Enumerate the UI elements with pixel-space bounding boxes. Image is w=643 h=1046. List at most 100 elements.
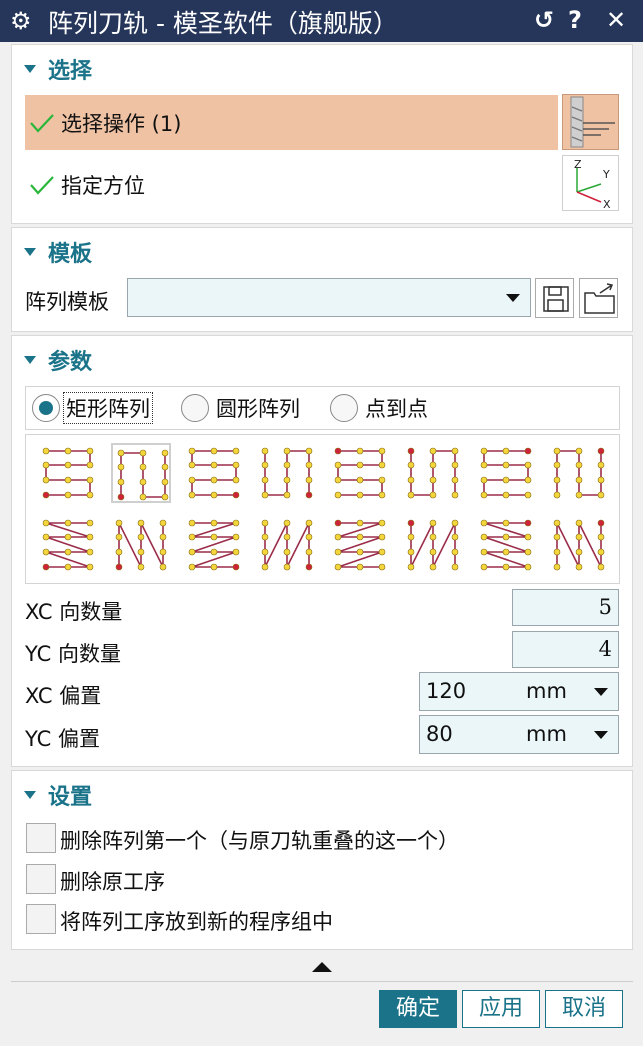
pattern-option-15[interactable] [476,515,536,575]
pattern-point [283,491,291,499]
pattern-option-6[interactable] [403,443,463,503]
pattern-point [283,548,291,556]
pattern-option-14[interactable] [403,515,463,575]
radio-point-to-point-label[interactable]: 点到点 [365,393,428,423]
pattern-point [502,548,510,556]
pattern-point [334,563,342,571]
unit-selector[interactable]: mm [526,679,567,703]
pattern-option-7[interactable] [476,443,536,503]
checkbox-delete-first-label[interactable]: 删除阵列第一个（与原刀轨重叠的这一个） [60,825,459,855]
pattern-point [480,447,488,455]
pattern-point [334,461,342,469]
checkbox-delete-original[interactable] [26,864,56,894]
yc-offset-input[interactable]: 80 mm [419,715,619,754]
pattern-point [451,447,459,455]
array-template-dropdown[interactable] [127,278,531,317]
pattern-option-4[interactable] [257,443,317,503]
export-folder-icon[interactable] [579,278,618,318]
select-operation-row[interactable]: 选择操作 (1) [25,95,558,150]
pattern-option-13[interactable] [330,515,390,575]
pattern-option-9[interactable] [38,515,98,575]
radio-circular[interactable] [181,394,209,422]
collapse-triangle-icon[interactable] [24,65,36,73]
pattern-point [64,461,72,469]
pattern-point [261,447,269,455]
pattern-start-point [407,519,415,527]
template-section-header[interactable]: 模板 [24,236,92,268]
collapse-more-bar[interactable] [11,954,633,980]
specify-orientation-row[interactable]: 指定方位 [25,165,325,205]
pattern-point [553,548,561,556]
pattern-point [86,461,94,469]
gear-icon[interactable]: ⚙ [10,7,32,35]
pattern-point [407,491,415,499]
tool-path-icon[interactable] [562,94,619,150]
pattern-point [159,548,167,556]
pattern-point [283,519,291,527]
params-section-header[interactable]: 参数 [24,344,92,376]
pattern-point [139,493,147,501]
apply-button[interactable]: 应用 [462,990,540,1028]
reset-icon[interactable]: ↺ [534,6,554,34]
pattern-start-point [597,447,605,455]
radio-circular-label[interactable]: 圆形阵列 [216,393,300,423]
chevron-down-icon[interactable] [594,731,608,739]
pattern-start-point [232,491,240,499]
pattern-point [232,533,240,541]
select-section-header[interactable]: 选择 [24,53,92,85]
pattern-point [188,533,196,541]
pattern-point [64,548,72,556]
pattern-option-16[interactable] [549,515,609,575]
radio-rectangular[interactable] [32,394,60,422]
cancel-button[interactable]: 取消 [545,990,623,1028]
pattern-point [378,548,386,556]
pattern-option-5[interactable] [330,443,390,503]
pattern-point [597,491,605,499]
checkbox-new-program-group[interactable] [26,904,56,934]
pattern-point [161,493,169,501]
specify-orientation-label: 指定方位 [61,174,145,198]
pattern-point [64,533,72,541]
pattern-option-8[interactable] [549,443,609,503]
xc-count-label: XC 向数量 [25,600,123,624]
pattern-point [356,447,364,455]
pattern-point [502,447,510,455]
help-icon[interactable]: ? [568,6,582,34]
pattern-option-2[interactable] [111,443,171,503]
pattern-point [305,519,313,527]
pattern-point [210,476,218,484]
pattern-point [137,548,145,556]
checkbox-delete-first[interactable] [26,823,56,853]
pattern-point [451,533,459,541]
collapse-triangle-icon[interactable] [24,356,36,364]
pattern-option-3[interactable] [184,443,244,503]
pattern-path [337,450,383,496]
pattern-option-10[interactable] [111,515,171,575]
settings-section-header[interactable]: 设置 [24,779,92,811]
xc-count-input[interactable]: 5 [512,589,619,626]
pattern-point [597,533,605,541]
pattern-point [575,491,583,499]
save-icon[interactable] [535,278,574,318]
collapse-triangle-icon[interactable] [24,791,36,799]
pattern-option-11[interactable] [184,515,244,575]
unit-selector[interactable]: mm [526,722,567,746]
radio-point-to-point[interactable] [330,394,358,422]
pattern-path [118,522,164,568]
collapse-triangle-icon[interactable] [24,248,36,256]
pattern-point [188,563,196,571]
checkbox-delete-original-label[interactable]: 删除原工序 [60,866,165,896]
chevron-up-icon[interactable] [312,962,332,972]
radio-rectangular-label[interactable]: 矩形阵列 [63,392,153,424]
csys-orientation-icon[interactable]: Z Y X [562,155,619,211]
pattern-option-12[interactable] [257,515,317,575]
ok-button[interactable]: 确定 [379,990,457,1028]
pattern-option-1[interactable] [38,443,98,503]
pattern-point [597,476,605,484]
xc-offset-input[interactable]: 120 mm [419,672,619,711]
close-icon[interactable]: ✕ [606,6,626,34]
pattern-point [378,533,386,541]
yc-count-input[interactable]: 4 [512,631,619,668]
chevron-down-icon[interactable] [594,688,608,696]
checkbox-new-program-group-label[interactable]: 将阵列工序放到新的程序组中 [60,906,333,936]
